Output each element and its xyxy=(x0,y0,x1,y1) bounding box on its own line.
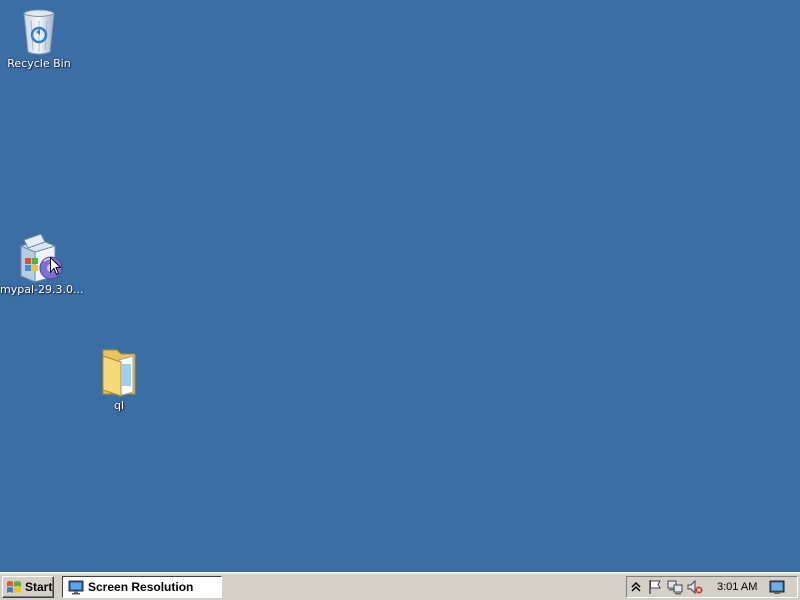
recycle-bin-icon xyxy=(23,9,55,55)
mouse-pointer-icon xyxy=(50,257,62,276)
show-desktop-icon[interactable] xyxy=(769,579,785,595)
desktop-icon-recycle-bin[interactable]: Recycle Bin xyxy=(0,6,78,70)
desktop-icon-ql-folder[interactable]: ql xyxy=(80,346,158,412)
chevron-up-icon xyxy=(631,581,641,592)
flag-icon xyxy=(649,580,661,594)
volume-muted-icon xyxy=(687,579,703,595)
taskbar-button-label: Screen Resolution xyxy=(88,580,194,594)
desktop-icon-label: mypal-29.3.0... xyxy=(0,283,84,296)
desktop[interactable]: Recycle Bin mypal-29.3.0... ql xyxy=(0,0,800,572)
volume-button[interactable] xyxy=(687,579,703,595)
folder-icon xyxy=(102,349,136,397)
taskbar: Start Screen Resolution 3:01 AM xyxy=(0,572,800,600)
desktop-icon-label: Recycle Bin xyxy=(7,57,71,70)
action-center-button[interactable] xyxy=(647,579,663,595)
network-icon xyxy=(667,580,683,595)
desktop-icon-mypal-installer[interactable]: mypal-29.3.0... xyxy=(0,234,84,296)
start-button[interactable]: Start xyxy=(2,576,54,598)
show-hidden-icons-button[interactable] xyxy=(629,579,643,595)
taskbar-button-screen-resolution[interactable]: Screen Resolution xyxy=(62,576,222,598)
network-button[interactable] xyxy=(667,579,683,595)
clock[interactable]: 3:01 AM xyxy=(717,581,757,593)
desktop-icon-label: ql xyxy=(113,399,125,412)
display-settings-icon xyxy=(68,580,84,595)
windows-logo-icon xyxy=(7,581,21,593)
start-label: Start xyxy=(25,580,53,594)
system-tray: 3:01 AM xyxy=(626,576,798,598)
